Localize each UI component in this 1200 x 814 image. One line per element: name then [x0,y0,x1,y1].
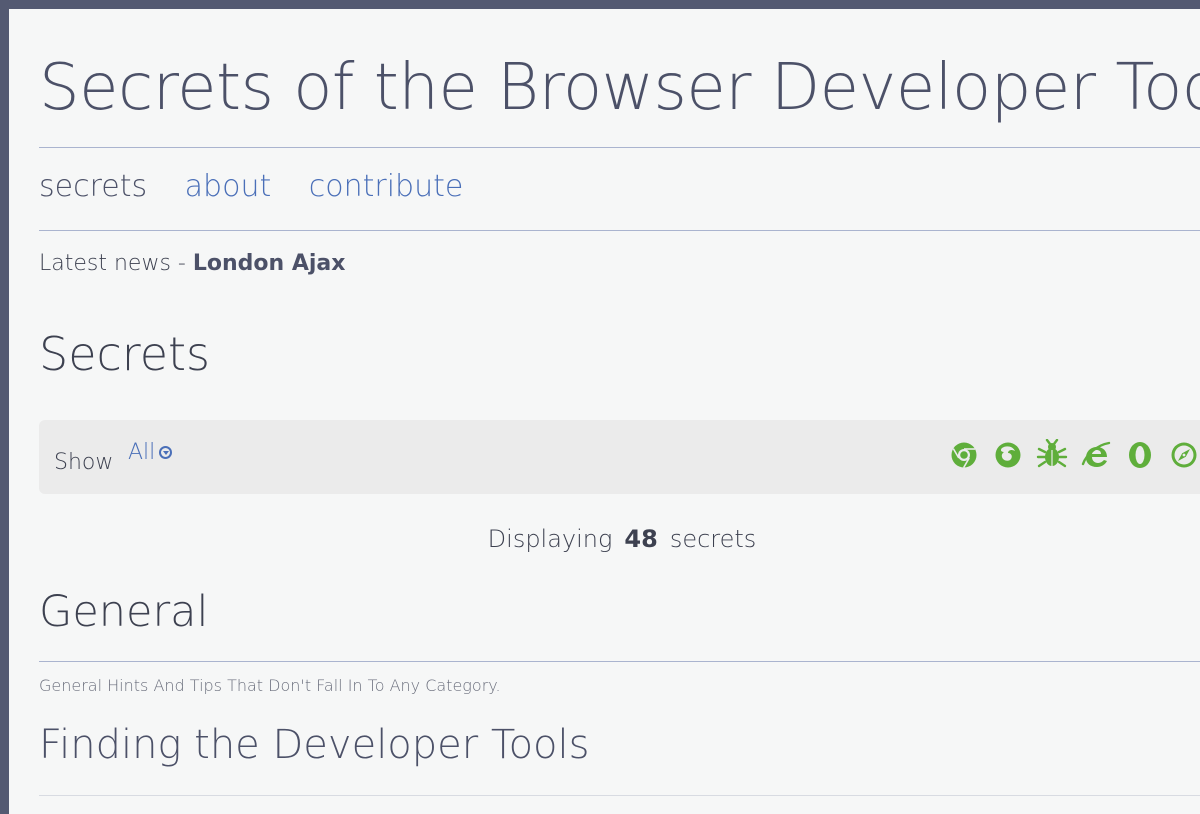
main-nav: secrets about contribute [39,169,491,204]
site-title[interactable]: Secrets of the Browser Developer Tools [39,51,1200,125]
results-prefix: Displaying [487,525,613,553]
opera-icon[interactable] [1124,439,1156,471]
latest-news: Latest news - London Ajax [39,251,345,276]
latest-news-label: Latest news - [39,251,193,276]
section-title: Secrets [39,327,210,381]
nav-divider [39,230,1200,231]
category-divider [39,661,1200,662]
page: Secrets of the Browser Developer Tools s… [9,9,1200,814]
filter-bar: Show All [39,420,1200,494]
filter-label: Show [54,450,114,475]
header-divider [39,147,1200,148]
category-description: General Hints And Tips That Don't Fall I… [39,676,501,695]
bug-icon[interactable] [1036,439,1068,471]
chrome-icon[interactable] [948,439,980,471]
nav-contribute-link[interactable]: contribute [309,169,464,204]
latest-news-link[interactable]: London Ajax [193,251,346,276]
chevron-down-icon[interactable] [159,446,173,459]
nav-about-link[interactable]: about [185,169,272,204]
nav-secrets-link[interactable]: secrets [39,169,147,204]
secret-title[interactable]: Finding the Developer Tools [39,722,589,768]
browser-filter-icons [936,439,1200,471]
results-count: Displaying 48 secrets [39,525,1200,553]
firefox-icon[interactable] [992,439,1024,471]
results-number: 48 [624,525,658,553]
filter-selected-value[interactable]: All [128,440,155,465]
safari-icon[interactable] [1168,439,1200,471]
secret-divider [39,795,1200,796]
ie-icon[interactable] [1080,439,1112,471]
category-title: General [39,587,209,637]
browser-filter-dropdown[interactable]: All [128,440,173,465]
results-suffix: secrets [669,525,757,553]
